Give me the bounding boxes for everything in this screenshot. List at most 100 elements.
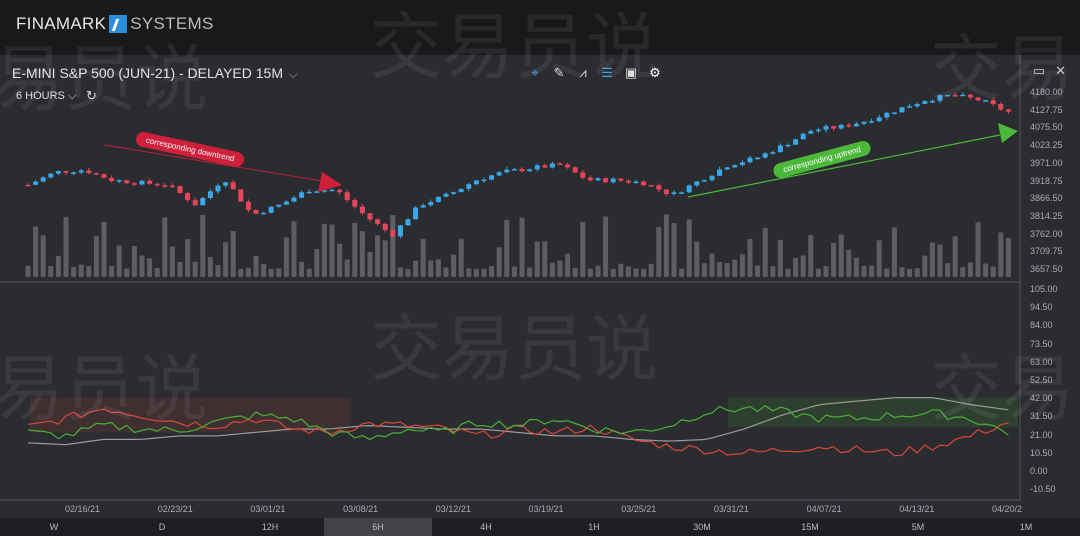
volume-bar [397,267,403,277]
candle [625,180,631,183]
volume-bar [519,217,525,277]
candle [922,101,928,104]
candle [671,192,677,195]
volume-bar [200,215,206,277]
volume-bar [420,238,426,277]
osc-axis-label: 52.50 [1030,375,1053,385]
volume-bar [967,262,973,277]
volume-bar [481,268,487,277]
candle [990,100,996,104]
volume-bar [177,261,183,277]
volume-bar [359,231,365,277]
volume-bar [777,239,783,277]
volume-bar [884,268,890,277]
candle [48,173,54,178]
candle [998,103,1004,110]
volume-bar [580,221,586,277]
candle [63,170,69,173]
volume-bar [542,241,548,277]
candle [618,178,624,181]
candle [428,201,434,206]
volume-bar [473,268,479,277]
volume-bar [625,266,631,277]
timeframe-12h[interactable]: 12H [216,518,324,536]
timeframe-bar: W D 12H 6H 4H 1H 30M 15M 5M 1M [0,518,1080,536]
candle [359,206,365,214]
volume-bar [435,259,441,277]
candle [245,201,251,210]
candle [937,95,943,101]
candle [504,169,510,173]
date-label: 04/20/2 [992,504,1023,514]
candle [405,219,411,226]
candle [291,197,297,202]
candle [869,121,875,123]
timeframe-15m[interactable]: 15M [756,518,864,536]
volume-bar [25,265,31,277]
candle [375,219,381,224]
candle [907,106,913,108]
date-label: 03/31/21 [713,504,749,514]
candle [116,180,122,182]
candle [466,184,472,189]
logo: FINAMARK SYSTEMS [16,14,214,34]
osc-axis-label: 94.50 [1030,302,1053,313]
volume-bar [458,238,464,277]
candle [565,164,571,168]
volume-bar [306,268,312,277]
timeframe-5m[interactable]: 5M [864,518,972,536]
candle [747,157,753,163]
candle [261,212,267,215]
candle [527,169,533,172]
volume-bar [739,254,745,277]
candle [458,188,464,193]
volume-bar [633,268,639,277]
timeframe-1h[interactable]: 1H [540,518,648,536]
candle [390,229,396,237]
timeframe-d[interactable]: D [108,518,216,536]
candle [633,181,639,184]
timeframe-1m[interactable]: 1M [972,518,1080,536]
volume-bar [124,268,130,277]
volume-bar [405,268,411,277]
candle [481,179,487,182]
candle [25,184,31,187]
volume-bar [215,265,221,277]
volume-bar [428,260,434,277]
candle [413,207,419,220]
candle [215,185,221,192]
candle [511,169,517,171]
close-icon[interactable]: ✕ [1055,63,1066,79]
candle [960,94,966,97]
volume-bar [717,262,723,277]
candle [238,189,244,202]
timeframe-6h[interactable]: 6H [324,518,432,536]
volume-bar [899,267,905,277]
volume-bar [587,268,593,277]
candle [952,94,958,97]
candle [542,165,548,168]
volume-bar [983,263,989,277]
date-label: 03/12/21 [435,504,471,514]
volume-bar [86,266,92,277]
candle [473,180,479,185]
candle [800,133,806,140]
timeframe-w[interactable]: W [0,518,108,536]
candle [929,100,935,103]
uptrend-arrowhead [998,123,1018,143]
timeframe-30m[interactable]: 30M [648,518,756,536]
candle [717,169,723,176]
window-icon[interactable]: ▭ [1033,63,1045,79]
timeframe-4h[interactable]: 4H [432,518,540,536]
candle [755,157,761,160]
chart-canvas[interactable] [0,55,1022,505]
volume-bar [998,232,1004,277]
price-axis-label: 3709.75 [1030,246,1063,257]
price-axis-label: 4075.50 [1030,122,1063,133]
candle [785,144,791,147]
volume-bar [770,266,776,277]
volume-bar [603,216,609,277]
volume-bar [238,268,244,277]
candle [709,175,715,181]
volume-bar [253,255,259,277]
